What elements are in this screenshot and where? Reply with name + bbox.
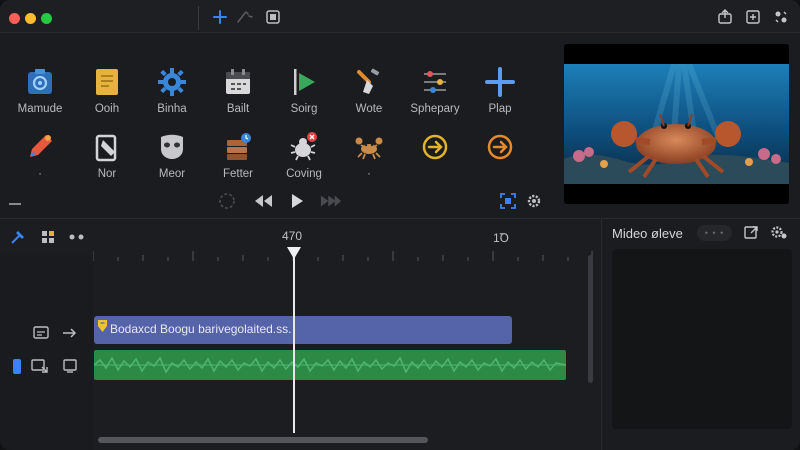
tool-label: Meor	[158, 168, 186, 180]
crab-icon	[352, 130, 386, 164]
camera-gear-icon	[23, 65, 57, 99]
magic-wand-icon[interactable]	[236, 8, 254, 26]
sliders-icon	[418, 65, 452, 99]
time-ruler[interactable]	[93, 247, 593, 261]
tool-label: Fetter	[222, 168, 254, 180]
tool-label: Wote	[355, 103, 383, 115]
tool-label: Bailt	[226, 103, 250, 115]
hammer-icon[interactable]	[9, 228, 27, 246]
clip-marker-icon	[98, 320, 107, 332]
tool-sphepary[interactable]: Sphepary	[400, 65, 470, 123]
playhead-line	[293, 255, 295, 433]
fit-screen-icon[interactable]	[497, 190, 519, 212]
grid-icon[interactable]	[39, 228, 57, 246]
route-arrow-icon[interactable]	[61, 324, 79, 342]
calendar-icon	[221, 65, 255, 99]
tool-crab[interactable]: ·	[334, 130, 404, 188]
tool-fetter[interactable]: Fetter	[203, 130, 273, 188]
tool-soirg[interactable]: Soirg	[269, 65, 339, 123]
fast-forward-icon[interactable]	[320, 190, 342, 212]
tool-label: ·	[38, 168, 42, 180]
side-panel-content[interactable]	[612, 249, 792, 429]
editor-window: Mamude Ooih Binha Bailt Soirg Wote Sphep…	[0, 0, 800, 450]
tool-binha[interactable]: Binha	[137, 65, 207, 123]
pen-icon	[23, 130, 57, 164]
side-panel-title: Mideo øleve	[612, 226, 683, 241]
video-preview[interactable]	[564, 44, 789, 204]
title-bar-divider	[198, 6, 199, 30]
export-frame-icon[interactable]	[742, 223, 760, 241]
ruler-mark: 1Ꝺ	[493, 231, 509, 245]
forward-circle-icon	[418, 130, 452, 164]
tool-label: ·	[367, 168, 371, 180]
side-panel-pill[interactable]: • • •	[697, 225, 732, 241]
share-icon[interactable]	[716, 8, 734, 26]
plus-icon	[483, 65, 517, 99]
timeline-vertical-scrollbar[interactable]	[588, 255, 593, 383]
tool-label: Sphepary	[410, 103, 460, 115]
caption-track-icon[interactable]	[32, 324, 50, 342]
tool-bailt[interactable]: Bailt	[203, 65, 273, 123]
tool-mamude[interactable]: Mamude	[5, 65, 75, 123]
track-headers	[0, 255, 93, 450]
stack-icon	[221, 130, 255, 164]
effects-icon[interactable]	[772, 8, 790, 26]
play-flag-icon	[287, 65, 321, 99]
settings-gear-icon[interactable]	[523, 190, 545, 212]
clipboard-icon	[90, 130, 124, 164]
clip-title: Bodaxcd Boogu barivegolaited.ss.	[110, 322, 292, 336]
tool-forward-orange[interactable]	[465, 130, 535, 188]
tool-label: Ooih	[94, 103, 120, 115]
title-bar	[0, 0, 800, 33]
tool-label: Soirg	[290, 103, 318, 115]
crab-preview-image	[564, 64, 789, 184]
tool-wote[interactable]: Wote	[334, 65, 404, 123]
playhead-handle[interactable]	[287, 247, 301, 259]
mask-icon	[155, 130, 189, 164]
panel-icon[interactable]	[264, 8, 282, 26]
zoom-window-button[interactable]	[41, 13, 52, 24]
gear-icon	[155, 65, 189, 99]
tools-panel: Mamude Ooih Binha Bailt Soirg Wote Sphep…	[0, 34, 547, 216]
tool-ooih[interactable]: Ooih	[72, 65, 142, 123]
panel-settings-icon[interactable]	[770, 223, 788, 241]
close-window-button[interactable]	[9, 13, 20, 24]
timeline-horizontal-scrollbar[interactable]	[98, 437, 428, 443]
document-icon	[90, 65, 124, 99]
add-icon[interactable]	[211, 8, 229, 26]
rewind-icon[interactable]	[252, 190, 274, 212]
tool-coving[interactable]: Coving	[269, 130, 339, 188]
audio-clip[interactable]	[94, 350, 566, 380]
brush-icon	[352, 65, 386, 99]
loop-icon[interactable]	[216, 190, 238, 212]
bug-icon	[287, 130, 321, 164]
video-track-icon[interactable]	[31, 357, 49, 375]
video-side-panel: Mideo øleve • • •	[601, 218, 800, 450]
track-select-marker[interactable]	[13, 359, 21, 374]
tool-plap[interactable]: Plap	[465, 65, 535, 123]
more-dots-icon[interactable]	[68, 228, 86, 246]
tool-label: Mamude	[17, 103, 63, 115]
play-icon[interactable]	[286, 190, 308, 212]
new-item-icon[interactable]	[744, 8, 762, 26]
audio-waveform	[94, 356, 566, 374]
tool-nor[interactable]: Nor	[72, 130, 142, 188]
tool-label: Plap	[488, 103, 512, 115]
tool-pen[interactable]: ·	[5, 130, 75, 188]
ruler-mark: 470	[282, 229, 303, 243]
minimize-window-button[interactable]	[25, 13, 36, 24]
tool-meor[interactable]: Meor	[137, 130, 207, 188]
tool-label: Nor	[97, 168, 117, 180]
title-clip[interactable]: Bodaxcd Boogu barivegolaited.ss.	[94, 316, 512, 344]
collapse-dash[interactable]	[9, 203, 21, 205]
frame-icon[interactable]	[61, 357, 79, 375]
timeline-panel: 470 1Ꝺ Bodaxcd Boogu barivegolaited.ss.	[0, 218, 600, 450]
tool-label: Binha	[157, 103, 187, 115]
tool-label: Coving	[286, 168, 322, 180]
tool-forward-gold[interactable]	[400, 130, 470, 188]
forward-circle-icon	[483, 130, 517, 164]
